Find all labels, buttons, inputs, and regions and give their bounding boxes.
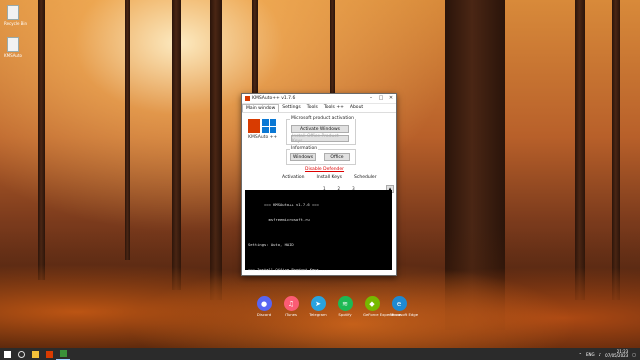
app-icon xyxy=(245,96,250,101)
taskbar-search[interactable] xyxy=(14,349,28,359)
dock-item-discord[interactable]: ● Discord xyxy=(255,296,273,317)
group-title: Microsoft product activation xyxy=(290,116,355,121)
dock-item-geforce[interactable]: ◆ GeForce Experience xyxy=(363,296,401,317)
clock-date: 07/05/2023 xyxy=(605,353,629,358)
office-info-button[interactable]: Office xyxy=(324,153,350,161)
dock-label: Microsoft Edge xyxy=(390,312,419,317)
console-line: === Install Office Product Keys ... xyxy=(248,267,329,272)
console-line: Settings: Auto, HAID xyxy=(248,242,294,247)
system-tray: ⌃ ENG ♪ 21:23 07/05/2023 ▢ xyxy=(579,348,636,360)
windows-start-icon xyxy=(3,350,11,358)
install-office-keys-button[interactable]: Install Office Product Keys xyxy=(291,134,349,144)
logo-label: KMSAuto ++ xyxy=(248,135,278,140)
dock-label: Discord xyxy=(256,312,272,317)
tab-main-window[interactable]: Main window xyxy=(242,104,280,112)
taskbar-file-explorer[interactable] xyxy=(28,349,42,359)
recycle-bin-glyph xyxy=(7,5,19,20)
tab-scheduler[interactable]: Scheduler xyxy=(354,175,377,180)
dock-item-telegram[interactable]: ➤ Telegram xyxy=(309,296,327,317)
dock-item-spotify[interactable]: ≋ Spotify xyxy=(336,296,354,317)
discord-icon: ● xyxy=(256,296,272,311)
language-indicator[interactable]: ENG xyxy=(586,352,595,357)
telegram-icon: ➤ xyxy=(310,296,326,311)
desktop-dock: ● Discord ♫ iTunes ➤ Telegram ≋ Spotify … xyxy=(255,296,419,317)
tree-trunk xyxy=(252,0,258,95)
window-title: KMSAuto++ v1.7.6 xyxy=(252,96,296,101)
clock[interactable]: 21:23 07/05/2023 xyxy=(605,349,629,359)
dock-label: Spotify xyxy=(338,312,352,317)
office-logo-icon xyxy=(248,119,260,133)
taskbar: ⌃ ENG ♪ 21:23 07/05/2023 ▢ xyxy=(0,348,640,360)
tab-tools[interactable]: Tools xyxy=(304,104,321,112)
kmsauto-window: KMSAuto++ v1.7.6 – □ ✕ Main window Setti… xyxy=(241,93,397,276)
kmsauto-shortcut-icon[interactable]: KMSAuto xyxy=(4,36,22,58)
app-icon xyxy=(45,350,53,358)
activate-windows-button[interactable]: Activate Windows xyxy=(291,125,349,133)
tab-activation[interactable]: Activation xyxy=(282,175,305,180)
disable-defender-link[interactable]: Disable Defender xyxy=(305,167,344,172)
dock-label: GeForce Experience xyxy=(363,312,401,317)
menu-bar: Main window Settings Tools Tools ++ Abou… xyxy=(242,104,396,113)
tab-about[interactable]: About xyxy=(347,104,366,112)
tree-trunk xyxy=(330,0,335,95)
tree-trunk xyxy=(125,0,130,260)
minimize-icon[interactable]: – xyxy=(366,94,376,103)
console-line: === KMSAuto++ v1.7.6 === xyxy=(248,202,319,207)
dock-item-itunes[interactable]: ♫ iTunes xyxy=(282,296,300,317)
chevron-up-icon[interactable]: ⌃ xyxy=(579,352,582,357)
volume-icon[interactable]: ♪ xyxy=(599,352,602,357)
taskbar-app-red[interactable] xyxy=(42,349,56,359)
kmsauto-icon xyxy=(59,350,67,357)
desktop-icon-label: Recycle Bin xyxy=(4,21,28,26)
dock-item-edge[interactable]: e Microsoft Edge xyxy=(390,296,419,317)
spotify-icon: ≋ xyxy=(337,296,353,311)
desktop-icon-label: KMSAuto xyxy=(4,53,22,58)
dock-label: Telegram xyxy=(309,312,327,317)
recycle-bin-icon[interactable]: Recycle Bin xyxy=(4,4,27,26)
group-title: Information xyxy=(290,146,319,151)
start-button[interactable] xyxy=(0,349,14,359)
tab-settings[interactable]: Settings xyxy=(279,104,303,112)
windows-info-button[interactable]: Windows xyxy=(290,153,316,161)
windows-logo-icon xyxy=(262,119,276,133)
maximize-icon[interactable]: □ xyxy=(376,94,386,103)
output-console: === KMSAuto++ v1.7.6 === msfreemicrosoft… xyxy=(245,190,392,272)
itunes-icon: ♫ xyxy=(283,296,299,311)
tab-install-keys[interactable]: Install Keys xyxy=(317,175,342,180)
console-line: msfreemicrosoft.ru xyxy=(248,217,310,222)
geforce-icon: ◆ xyxy=(364,296,380,311)
close-icon[interactable]: ✕ xyxy=(386,94,396,103)
notification-icon[interactable]: ▢ xyxy=(632,352,636,357)
folder-icon xyxy=(31,350,39,358)
title-bar[interactable]: KMSAuto++ v1.7.6 – □ ✕ xyxy=(242,94,396,104)
main-panel: KMSAuto ++ Microsoft product activation … xyxy=(242,113,396,194)
edge-icon: e xyxy=(391,296,407,311)
taskbar-app-kmsauto[interactable] xyxy=(56,349,70,360)
dock-label: iTunes xyxy=(285,312,297,317)
search-icon xyxy=(17,350,25,358)
tab-tools-plus[interactable]: Tools ++ xyxy=(321,104,347,112)
shortcut-glyph xyxy=(7,37,19,52)
bottom-tabs: Activation Install Keys Scheduler xyxy=(282,175,377,180)
